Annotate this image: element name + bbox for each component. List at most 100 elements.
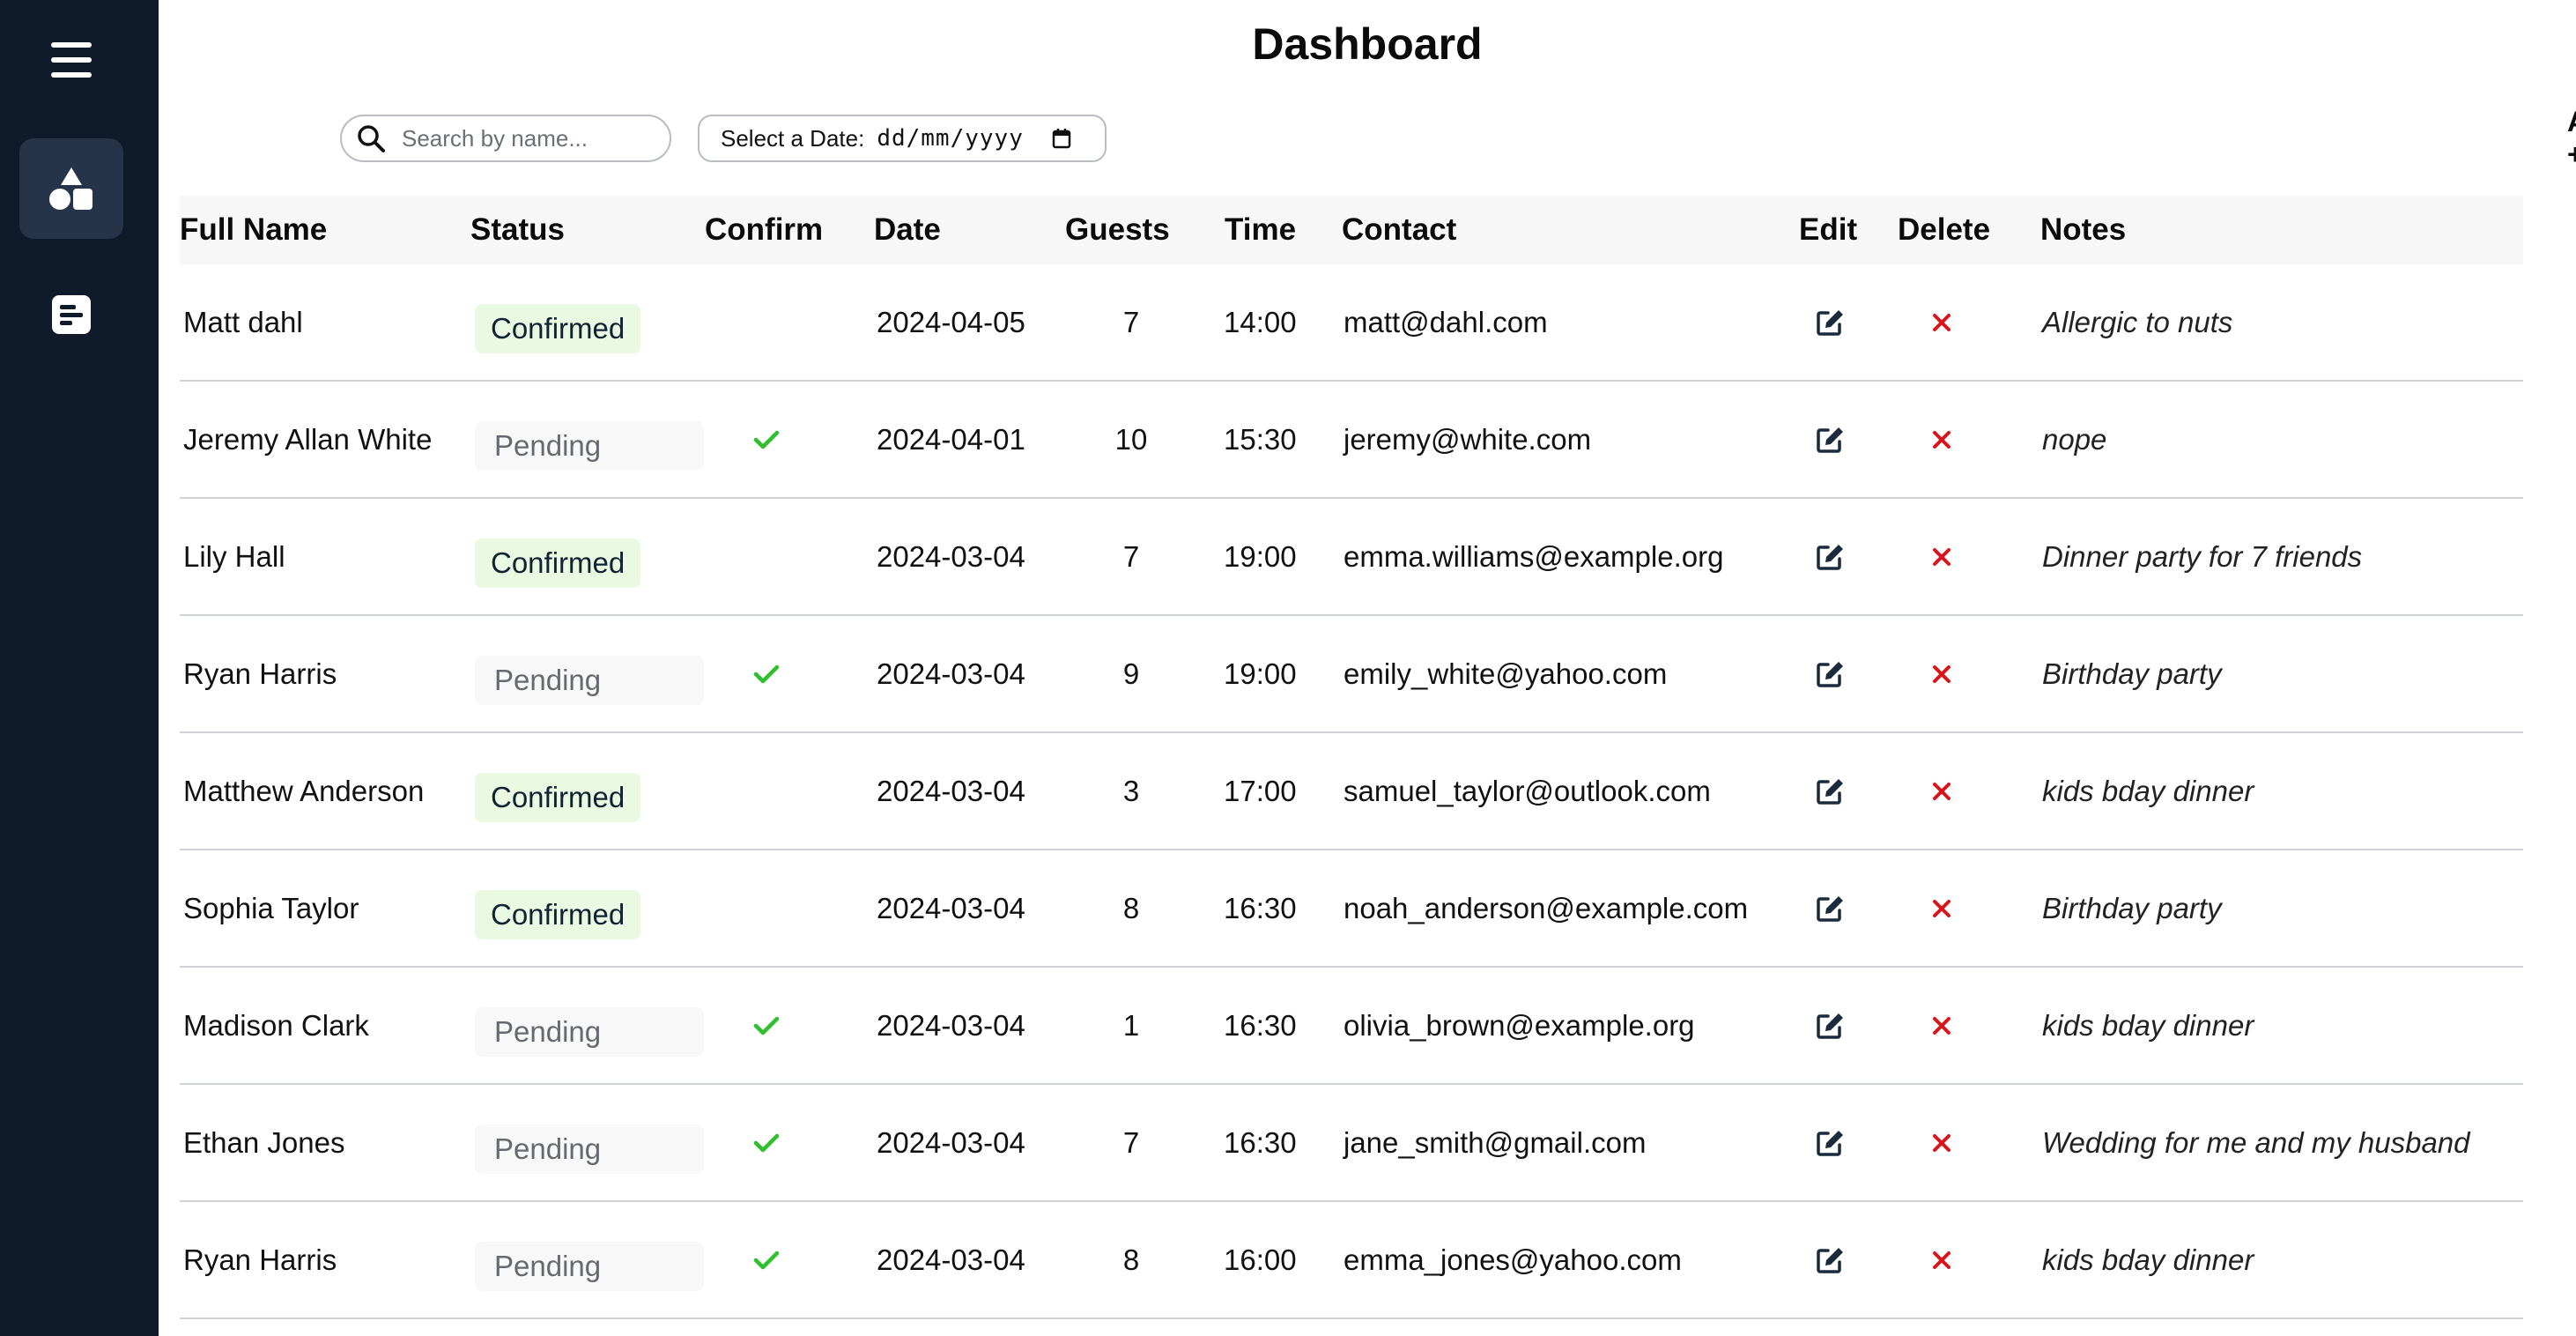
cell-contact: emma_jones@yahoo.com bbox=[1344, 1243, 1682, 1276]
date-input[interactable]: dd/mm/yyyy bbox=[877, 125, 1024, 152]
edit-button[interactable] bbox=[1804, 850, 1857, 966]
edit-icon bbox=[1817, 661, 1843, 687]
confirm-cell bbox=[740, 499, 793, 614]
close-icon bbox=[1933, 899, 1951, 917]
cell-name: Ryan Harris bbox=[183, 1243, 337, 1276]
date-picker[interactable]: Select a Date: dd/mm/yyyy bbox=[698, 115, 1107, 162]
cell-date: 2024-03-04 bbox=[877, 775, 1025, 807]
edit-button[interactable] bbox=[1804, 264, 1857, 380]
check-icon bbox=[753, 1016, 780, 1035]
table-row: Matt dahl Confirmed 2024-04-05 7 14:00 m… bbox=[180, 264, 2523, 382]
table-row: Madison Clark Pending 2024-03-04 1 16:30… bbox=[180, 968, 2523, 1085]
edit-icon bbox=[1817, 544, 1843, 570]
col-status: Status bbox=[470, 212, 565, 247]
delete-button[interactable] bbox=[1915, 382, 1968, 497]
edit-button[interactable] bbox=[1804, 733, 1857, 849]
confirm-button[interactable] bbox=[740, 968, 793, 1083]
col-time: Time bbox=[1225, 212, 1297, 247]
edit-button[interactable] bbox=[1804, 1202, 1857, 1317]
close-icon bbox=[1933, 664, 1951, 683]
edit-icon bbox=[1817, 309, 1843, 336]
cell-guests: 3 bbox=[1122, 775, 1140, 807]
edit-icon bbox=[1817, 427, 1843, 453]
cell-notes: Birthday party bbox=[2042, 892, 2222, 924]
add-button[interactable]: Add + bbox=[2567, 106, 2576, 170]
cell-contact: matt@dahl.com bbox=[1344, 306, 1548, 338]
col-edit: Edit bbox=[1799, 212, 1858, 247]
status-badge: Pending bbox=[475, 1124, 704, 1174]
delete-button[interactable] bbox=[1915, 1085, 1968, 1200]
confirm-button[interactable] bbox=[740, 1202, 793, 1317]
cell-date: 2024-03-04 bbox=[877, 892, 1025, 924]
status-badge: Confirmed bbox=[475, 773, 641, 822]
search-input[interactable] bbox=[402, 124, 657, 152]
cell-contact: samuel_taylor@outlook.com bbox=[1344, 775, 1711, 807]
close-icon bbox=[1933, 1251, 1951, 1269]
cell-time: 16:00 bbox=[1224, 1243, 1297, 1276]
cell-time: 19:00 bbox=[1224, 540, 1297, 573]
search-box[interactable] bbox=[340, 115, 671, 162]
col-confirm: Confirm bbox=[705, 212, 824, 247]
table-row: Ryan Harris Pending 2024-03-04 8 16:00 e… bbox=[180, 1202, 2523, 1319]
cell-guests: 7 bbox=[1122, 1126, 1140, 1159]
edit-button[interactable] bbox=[1804, 616, 1857, 731]
confirm-cell bbox=[740, 850, 793, 966]
col-delete: Delete bbox=[1898, 212, 1991, 247]
close-icon bbox=[1933, 782, 1951, 800]
edit-button[interactable] bbox=[1804, 499, 1857, 614]
table-row: Ryan Harris Pending 2024-03-04 9 19:00 e… bbox=[180, 616, 2523, 733]
cell-notes: kids bday dinner bbox=[2042, 775, 2254, 807]
menu-icon[interactable] bbox=[51, 42, 92, 78]
reservations-table: Full Name Status Confirm Date Guests Tim… bbox=[180, 196, 2523, 1319]
cell-contact: jeremy@white.com bbox=[1344, 423, 1592, 456]
table-row: Lily Hall Confirmed 2024-03-04 7 19:00 e… bbox=[180, 499, 2523, 616]
delete-button[interactable] bbox=[1915, 264, 1968, 380]
check-icon bbox=[753, 430, 780, 449]
delete-button[interactable] bbox=[1915, 733, 1968, 849]
status-badge: Confirmed bbox=[475, 304, 641, 353]
edit-button[interactable] bbox=[1804, 382, 1857, 497]
edit-button[interactable] bbox=[1804, 968, 1857, 1083]
cell-guests: 1 bbox=[1122, 1009, 1140, 1042]
page-title: Dashboard bbox=[1252, 19, 1483, 69]
edit-button[interactable] bbox=[1804, 1085, 1857, 1200]
cell-name: Madison Clark bbox=[183, 1009, 369, 1042]
cell-time: 16:30 bbox=[1224, 1126, 1297, 1159]
sidebar-item-notes[interactable] bbox=[19, 264, 123, 365]
cell-guests: 9 bbox=[1122, 657, 1140, 690]
cell-notes: kids bday dinner bbox=[2042, 1009, 2254, 1042]
calendar-icon[interactable] bbox=[1052, 128, 1071, 149]
delete-button[interactable] bbox=[1915, 1202, 1968, 1317]
col-full-name: Full Name bbox=[180, 212, 328, 247]
confirm-button[interactable] bbox=[740, 1085, 793, 1200]
col-notes: Notes bbox=[2040, 212, 2127, 247]
delete-button[interactable] bbox=[1915, 499, 1968, 614]
status-badge: Confirmed bbox=[475, 890, 641, 939]
sidebar-item-dashboard[interactable] bbox=[19, 138, 123, 239]
status-badge: Pending bbox=[475, 1242, 704, 1291]
cell-notes: nope bbox=[2042, 423, 2107, 456]
confirm-cell bbox=[740, 733, 793, 849]
edit-icon bbox=[1817, 1013, 1843, 1039]
cell-guests: 7 bbox=[1122, 540, 1140, 573]
delete-button[interactable] bbox=[1915, 616, 1968, 731]
delete-button[interactable] bbox=[1915, 968, 1968, 1083]
table-row: Jeremy Allan White Pending 2024-04-01 10… bbox=[180, 382, 2523, 499]
edit-icon bbox=[1817, 1247, 1843, 1273]
cell-time: 16:30 bbox=[1224, 892, 1297, 924]
cell-time: 16:30 bbox=[1224, 1009, 1297, 1042]
confirm-button[interactable] bbox=[740, 382, 793, 497]
close-icon bbox=[1933, 547, 1951, 566]
cell-name: Matthew Anderson bbox=[183, 775, 425, 807]
table-row: Matthew Anderson Confirmed 2024-03-04 3 … bbox=[180, 733, 2523, 850]
edit-icon bbox=[1817, 895, 1843, 922]
cell-contact: emma.williams@example.org bbox=[1344, 540, 1724, 573]
cell-date: 2024-04-01 bbox=[877, 423, 1025, 456]
delete-button[interactable] bbox=[1915, 850, 1968, 966]
close-icon bbox=[1933, 430, 1951, 449]
cell-date: 2024-03-04 bbox=[877, 1009, 1025, 1042]
confirm-button[interactable] bbox=[740, 616, 793, 731]
cell-name: Ethan Jones bbox=[183, 1126, 345, 1159]
close-icon bbox=[1933, 1133, 1951, 1152]
cell-contact: emily_white@yahoo.com bbox=[1344, 657, 1668, 690]
